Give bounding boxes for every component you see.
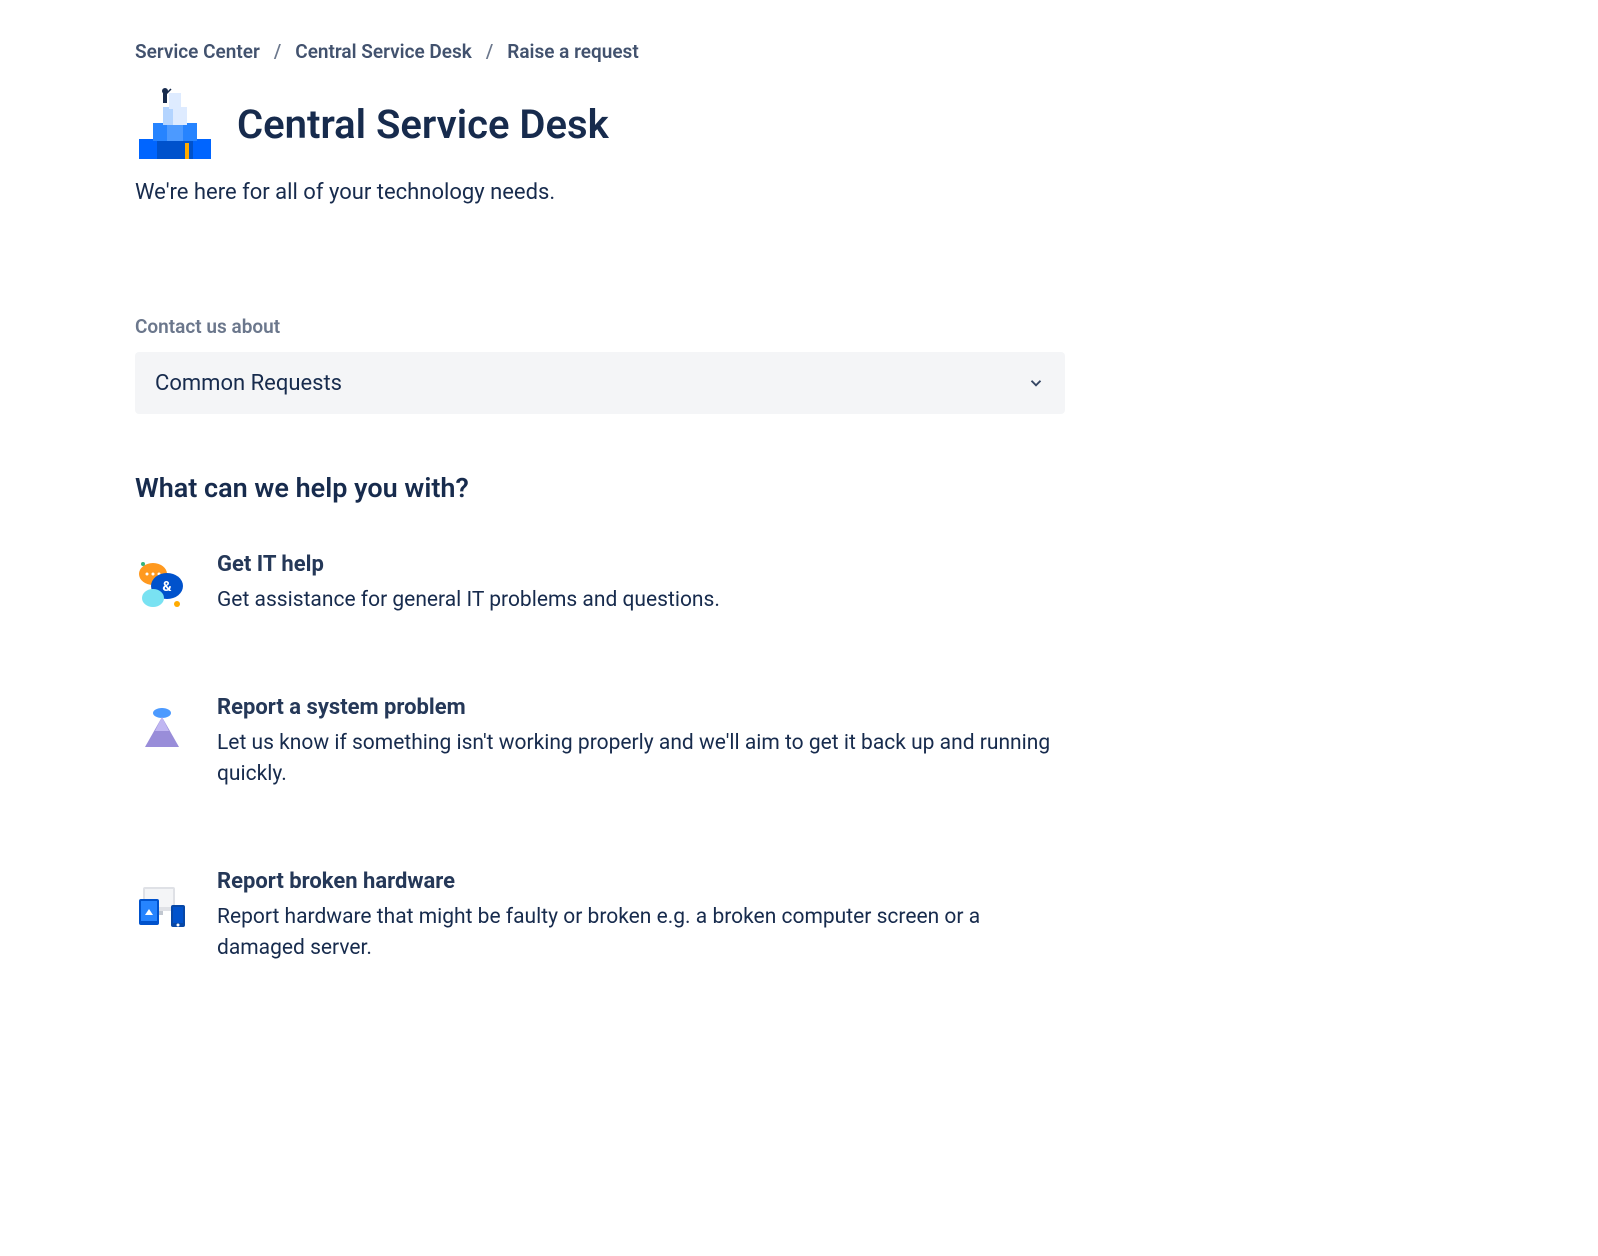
chevron-down-icon <box>1027 374 1045 392</box>
request-description: Report hardware that might be faulty or … <box>217 902 1065 965</box>
request-title: Get IT help <box>217 552 1065 577</box>
breadcrumb-separator: / <box>486 40 493 63</box>
svg-text:&: & <box>162 579 172 595</box>
request-content: Report a system problem Let us know if s… <box>217 695 1065 791</box>
page-subtitle: We're here for all of your technology ne… <box>135 180 1463 205</box>
breadcrumb-separator: / <box>274 40 281 63</box>
request-item-report-system-problem[interactable]: Report a system problem Let us know if s… <box>135 695 1065 791</box>
devices-icon <box>135 873 189 927</box>
contact-label: Contact us about <box>135 315 1463 338</box>
dropdown-selected-value: Common Requests <box>155 371 342 396</box>
request-content: Get IT help Get assistance for general I… <box>217 552 1065 617</box>
chat-bubbles-icon: & <box>135 556 189 610</box>
breadcrumb: Service Center / Central Service Desk / … <box>135 40 1463 63</box>
request-item-report-broken-hardware[interactable]: Report broken hardware Report hardware t… <box>135 869 1065 965</box>
request-description: Get assistance for general IT problems a… <box>217 585 1065 617</box>
service-desk-logo-icon <box>135 87 215 162</box>
page-title: Central Service Desk <box>237 101 609 148</box>
help-heading: What can we help you with? <box>135 472 1463 504</box>
page-header: Central Service Desk <box>135 87 1463 162</box>
breadcrumb-link-service-center[interactable]: Service Center <box>135 40 260 63</box>
request-description: Let us know if something isn't working p… <box>217 728 1065 791</box>
request-title: Report broken hardware <box>217 869 1065 894</box>
request-content: Report broken hardware Report hardware t… <box>217 869 1065 965</box>
request-item-get-it-help[interactable]: & Get IT help Get assistance for general… <box>135 552 1065 617</box>
mountain-flag-icon <box>135 699 189 753</box>
contact-dropdown[interactable]: Common Requests <box>135 352 1065 414</box>
breadcrumb-link-raise-request[interactable]: Raise a request <box>507 40 638 63</box>
request-title: Report a system problem <box>217 695 1065 720</box>
breadcrumb-link-central-service-desk[interactable]: Central Service Desk <box>295 40 472 63</box>
